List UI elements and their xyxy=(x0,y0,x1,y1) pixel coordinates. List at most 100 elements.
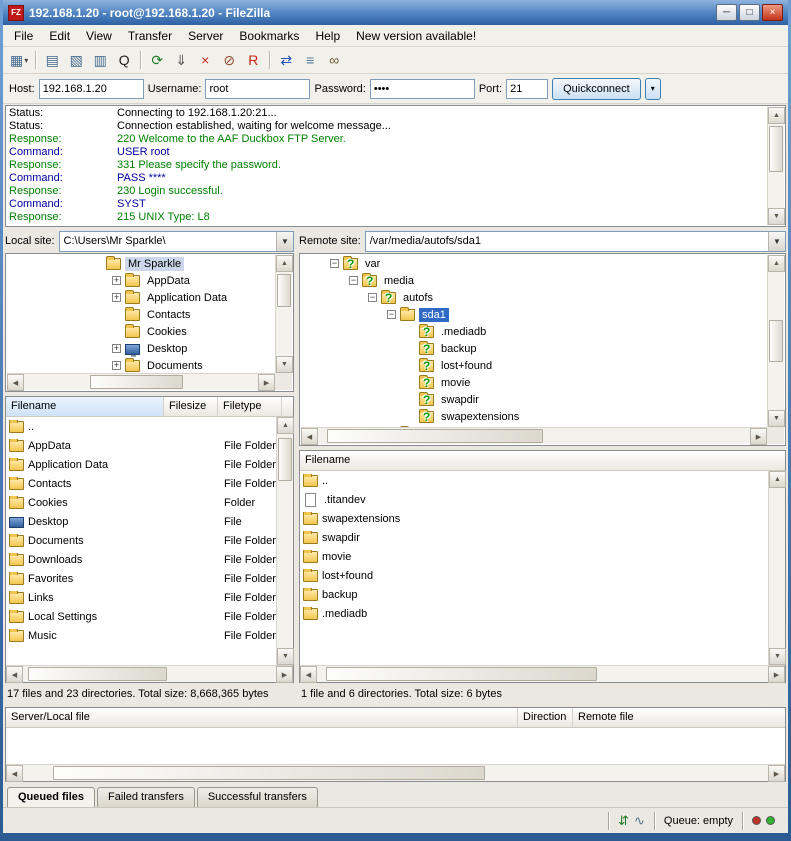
tree-item[interactable]: −autofs xyxy=(301,289,767,306)
menu-item-new-version-available[interactable]: New version available! xyxy=(349,27,483,45)
tree-item[interactable]: .mediadb xyxy=(301,323,767,340)
file-row[interactable]: Local SettingsFile Folder xyxy=(6,607,276,626)
remote-site-combo[interactable]: /var/media/autofs/sda1 ▼ xyxy=(365,231,786,252)
remote-list-vscrollbar[interactable]: ▲▼ xyxy=(768,471,785,665)
tree-item[interactable]: +Documents xyxy=(7,357,275,373)
disconnect-button[interactable]: ⊘ xyxy=(217,49,241,72)
file-row[interactable]: .. xyxy=(6,417,276,436)
column-header-filename[interactable]: Filename xyxy=(6,397,164,416)
scroll-left-button[interactable]: ◀ xyxy=(6,666,23,683)
file-row[interactable]: MusicFile Folder xyxy=(6,626,276,645)
scrollbar-track[interactable] xyxy=(768,124,784,208)
file-row[interactable]: DocumentsFile Folder xyxy=(6,531,276,550)
scroll-right-button[interactable]: ▶ xyxy=(750,428,767,445)
log-scrollbar[interactable]: ▲▼ xyxy=(767,107,784,225)
tree-item[interactable]: swapdir xyxy=(301,391,767,408)
file-row[interactable]: Application DataFile Folder xyxy=(6,455,276,474)
tree-item[interactable]: −sda1 xyxy=(301,306,767,323)
file-row[interactable]: ContactsFile Folder xyxy=(6,474,276,493)
tree-item[interactable]: Mr Sparkle xyxy=(7,255,275,272)
tree-item[interactable]: Cookies xyxy=(7,323,275,340)
scrollbar-track[interactable] xyxy=(23,666,276,682)
find-files-button[interactable]: ∞ xyxy=(322,49,346,72)
scroll-down-button[interactable]: ▼ xyxy=(768,410,785,427)
file-row[interactable]: swapdir xyxy=(300,528,768,547)
collapse-icon[interactable]: − xyxy=(387,310,396,319)
tree-item[interactable]: lost+found xyxy=(301,357,767,374)
column-header-filetype[interactable]: Filetype xyxy=(218,397,282,416)
tree-item[interactable]: swapextensions xyxy=(301,408,767,425)
scroll-down-button[interactable]: ▼ xyxy=(277,648,294,665)
menu-item-server[interactable]: Server xyxy=(181,27,230,45)
tree-item[interactable]: +Desktop xyxy=(7,340,275,357)
file-row[interactable]: .titandev xyxy=(300,490,768,509)
file-row[interactable]: DesktopFile xyxy=(6,512,276,531)
scrollbar-thumb[interactable] xyxy=(28,667,167,681)
scrollbar-track[interactable] xyxy=(277,434,293,648)
expand-icon[interactable]: + xyxy=(112,276,121,285)
scroll-up-button[interactable]: ▲ xyxy=(276,255,293,272)
expand-icon[interactable]: + xyxy=(112,361,121,370)
expand-icon[interactable]: + xyxy=(112,344,121,353)
scroll-up-button[interactable]: ▲ xyxy=(768,255,785,272)
cancel-button[interactable]: × xyxy=(193,49,217,72)
tree-item[interactable]: backup xyxy=(301,340,767,357)
maximize-button[interactable]: □ xyxy=(739,4,760,21)
scroll-up-button[interactable]: ▲ xyxy=(768,107,785,124)
local-list-vscrollbar[interactable]: ▲▼ xyxy=(276,417,293,665)
remote-tree-vscrollbar[interactable]: ▲▼ xyxy=(767,255,784,427)
file-row[interactable]: AppDataFile Folder xyxy=(6,436,276,455)
scrollbar-thumb[interactable] xyxy=(769,320,783,361)
scroll-right-button[interactable]: ▶ xyxy=(768,765,785,782)
file-row[interactable]: .mediadb xyxy=(300,604,768,623)
menu-item-file[interactable]: File xyxy=(7,27,40,45)
scrollbar-track[interactable] xyxy=(318,428,750,444)
scroll-up-button[interactable]: ▲ xyxy=(277,417,294,434)
menu-item-transfer[interactable]: Transfer xyxy=(121,27,179,45)
tree-item[interactable]: movie xyxy=(301,374,767,391)
title-bar[interactable]: FZ 192.168.1.20 - root@192.168.1.20 - Fi… xyxy=(3,0,788,25)
collapse-icon[interactable]: − xyxy=(349,276,358,285)
quickconnect-button[interactable]: Quickconnect xyxy=(552,78,641,100)
password-input[interactable] xyxy=(370,79,475,99)
menu-item-view[interactable]: View xyxy=(79,27,119,45)
tree-item[interactable]: −media xyxy=(301,272,767,289)
local-tree-toggle-button[interactable]: ▧ xyxy=(64,49,88,72)
local-site-combo[interactable]: C:\Users\Mr Sparkle\ ▼ xyxy=(59,231,294,252)
local-tree-hscrollbar[interactable]: ◀▶ xyxy=(7,373,275,390)
tab-successful-transfers[interactable]: Successful transfers xyxy=(197,787,318,807)
expand-icon[interactable]: + xyxy=(112,293,121,302)
local-list-hscrollbar[interactable]: ◀▶ xyxy=(6,665,293,682)
host-input[interactable] xyxy=(39,79,144,99)
remote-list-hscrollbar[interactable]: ◀▶ xyxy=(300,665,785,682)
scrollbar-track[interactable] xyxy=(24,374,258,390)
queue-hscrollbar[interactable]: ◀▶ xyxy=(6,764,785,781)
file-row[interactable]: lost+found xyxy=(300,566,768,585)
file-row[interactable]: movie xyxy=(300,547,768,566)
scrollbar-track[interactable] xyxy=(317,666,768,682)
scrollbar-thumb[interactable] xyxy=(90,375,184,389)
scrollbar-thumb[interactable] xyxy=(278,438,292,481)
file-row[interactable]: .. xyxy=(300,471,768,490)
scrollbar-thumb[interactable] xyxy=(326,667,597,681)
minimize-button[interactable]: ─ xyxy=(716,4,737,21)
menu-item-bookmarks[interactable]: Bookmarks xyxy=(232,27,306,45)
close-button[interactable]: × xyxy=(762,4,783,21)
remote-tree-hscrollbar[interactable]: ◀▶ xyxy=(301,427,767,444)
scroll-left-button[interactable]: ◀ xyxy=(301,428,318,445)
quickconnect-dropdown-button[interactable]: ▾ xyxy=(645,78,661,100)
file-row[interactable]: DownloadsFile Folder xyxy=(6,550,276,569)
tree-item[interactable]: −var xyxy=(301,255,767,272)
tree-item[interactable]: +Application Data xyxy=(7,289,275,306)
scroll-right-button[interactable]: ▶ xyxy=(276,666,293,683)
file-row[interactable]: CookiesFolder xyxy=(6,493,276,512)
scroll-left-button[interactable]: ◀ xyxy=(300,666,317,683)
directory-comparison-button[interactable]: ≡ xyxy=(298,49,322,72)
local-site-dropdown-icon[interactable]: ▼ xyxy=(276,232,293,251)
scrollbar-thumb[interactable] xyxy=(277,274,291,308)
collapse-icon[interactable]: − xyxy=(368,293,377,302)
remote-site-dropdown-icon[interactable]: ▼ xyxy=(768,232,785,251)
file-row[interactable]: LinksFile Folder xyxy=(6,588,276,607)
tree-item[interactable]: +AppData xyxy=(7,272,275,289)
column-header-direction[interactable]: Direction xyxy=(518,708,573,727)
